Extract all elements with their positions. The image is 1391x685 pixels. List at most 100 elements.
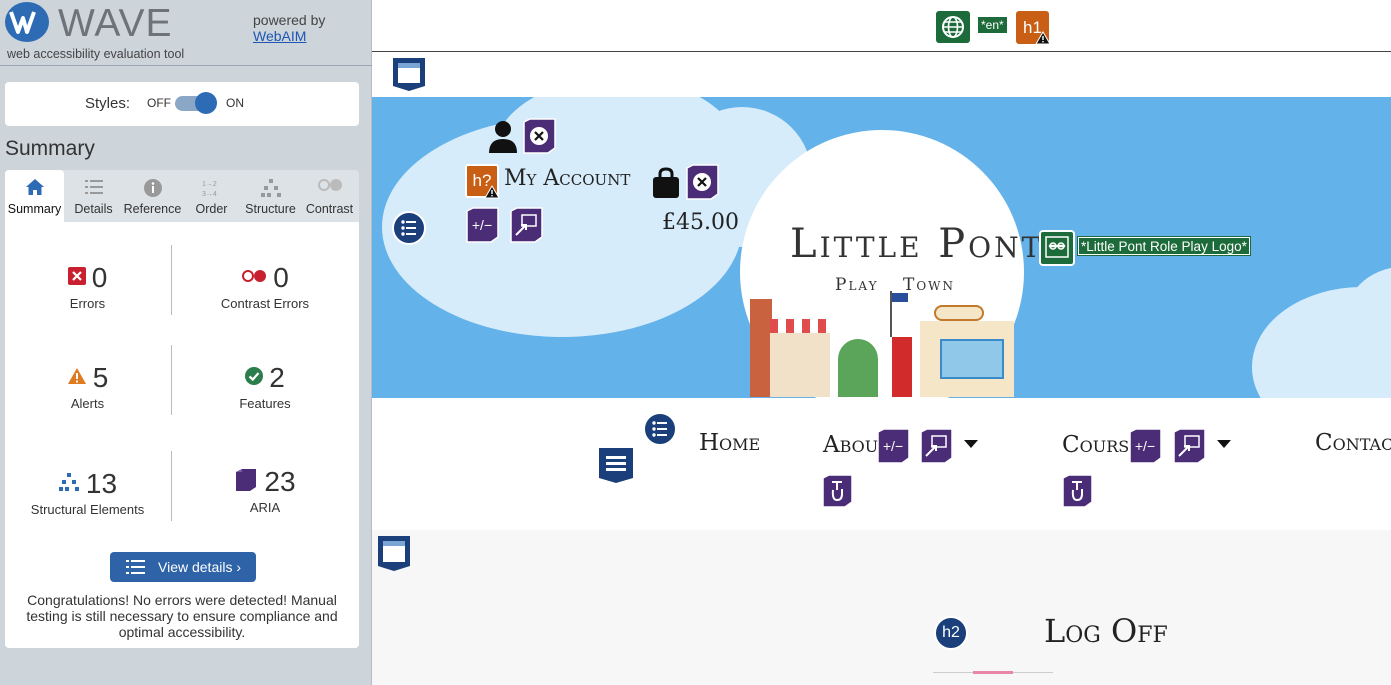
basket-total[interactable]: £45.00 [662, 210, 739, 235]
contrast-icon [317, 178, 343, 195]
aria-expanded-icon[interactable]: +/− [464, 207, 500, 243]
nav-home[interactable]: Home [699, 430, 760, 456]
logo-title: Little Pont [790, 221, 1044, 267]
aria-tabindex-icon[interactable] [820, 474, 854, 508]
aria-tabindex-icon[interactable] [1060, 474, 1094, 508]
aria-popup-icon[interactable] [508, 207, 544, 243]
errors-stat[interactable]: 0 Errors [5, 262, 170, 311]
styles-toggle-card: Styles: OFF ON [5, 82, 359, 126]
error-icon [67, 266, 86, 290]
chevron-down-icon[interactable] [1217, 440, 1231, 448]
h2-badge-text: h2 [942, 624, 960, 641]
alert-triangle-icon [1035, 31, 1051, 45]
svg-text:+/−: +/− [1135, 438, 1155, 454]
structural-count: 13 [85, 468, 118, 499]
errors-count: 0 [91, 262, 108, 293]
aria-stat[interactable]: 23 ARIA [171, 466, 359, 515]
my-account-link[interactable]: My Account [504, 166, 630, 191]
nav-landmark-icon[interactable] [597, 446, 635, 484]
page-heading: Log Off [1044, 612, 1168, 650]
view-details-label: View details › [158, 559, 242, 575]
aria-hidden-icon[interactable] [684, 164, 720, 200]
features-count: 2 [269, 362, 285, 393]
page-top-bar [372, 0, 1391, 52]
tab-reference[interactable]: Reference [123, 170, 182, 222]
styles-off-label: OFF [147, 96, 171, 110]
tab-details[interactable]: Details [64, 170, 123, 222]
structure-icon [58, 472, 80, 497]
wave-header: WAVE web accessibility evaluation tool p… [0, 0, 372, 66]
h2-heading-icon[interactable]: h2 [934, 616, 968, 650]
aria-popup-icon[interactable] [918, 428, 954, 464]
contrast-errors-count: 0 [273, 262, 289, 293]
feature-icon [245, 366, 264, 390]
features-label: Features [239, 396, 291, 411]
town-illustration [750, 291, 1014, 397]
wave-title: WAVE [58, 2, 173, 45]
tab-structure[interactable]: Structure [241, 170, 300, 222]
list-icon [126, 560, 145, 574]
logo-alt-text: *Little Pont Role Play Logo* [1077, 236, 1251, 256]
header-landmark-icon[interactable] [391, 56, 427, 92]
svg-text:1→2: 1→2 [202, 181, 217, 188]
main-navigation [372, 398, 1391, 530]
chevron-down-icon[interactable] [964, 440, 978, 448]
tab-label: Contrast [305, 202, 354, 216]
tab-label: Structure [245, 202, 296, 216]
contrast-errors-stat[interactable]: 0 Contrast Errors [171, 262, 359, 311]
language-globe-icon[interactable] [936, 11, 970, 43]
alerts-label: Alerts [70, 396, 105, 411]
main-content [372, 530, 1391, 685]
tab-label: Order [195, 202, 228, 216]
info-icon [143, 178, 163, 201]
order-icon: 1→2 3→4 [201, 178, 223, 201]
view-details-button[interactable]: View details › [110, 552, 256, 582]
powered-by: powered by WebAIM [253, 12, 325, 44]
congrats-message: Congratulations! No errors were detected… [26, 592, 338, 640]
structural-stat[interactable]: 13 Structural Elements [5, 468, 170, 517]
svg-text:+/−: +/− [883, 438, 903, 454]
wave-tabs: Summary Details Reference 1→2 3→4 Order S… [5, 170, 359, 222]
main-landmark-icon[interactable] [376, 534, 412, 572]
structural-label: Structural Elements [30, 502, 145, 517]
summary-panel: 0 Errors 0 Contrast Errors 5 Alerts 2 Fe… [5, 222, 359, 648]
webaim-link[interactable]: WebAIM [253, 28, 306, 44]
tab-summary[interactable]: Summary [5, 170, 64, 222]
tab-label: Details [74, 202, 113, 216]
aria-popup-icon[interactable] [1171, 428, 1207, 464]
logo-subtitle-town: Town [903, 275, 956, 295]
home-icon [25, 178, 45, 199]
contrast-error-icon [241, 269, 267, 288]
powered-by-text: powered by [253, 12, 326, 28]
tab-label: Summary [7, 202, 62, 216]
tab-label: Reference [123, 202, 182, 216]
errors-label: Errors [69, 296, 106, 311]
styles-on-label: ON [226, 96, 244, 110]
alert-icon [67, 367, 87, 390]
language-badge[interactable]: *en* [978, 17, 1007, 33]
shopping-bag-icon[interactable] [651, 167, 681, 199]
tab-contrast[interactable]: Contrast [300, 170, 359, 222]
aria-expanded-icon[interactable]: +/− [875, 428, 911, 464]
page-preview: *en* h1 Little Pont Play Town h? My Acco… [372, 0, 1391, 685]
alerts-stat[interactable]: 5 Alerts [5, 362, 170, 411]
styles-toggle-knob[interactable] [195, 92, 217, 114]
aria-expanded-icon[interactable]: +/− [1127, 428, 1163, 464]
aria-hidden-icon[interactable] [521, 118, 557, 154]
aria-count: 23 [264, 466, 296, 497]
heading-accent-bar [973, 671, 1013, 674]
structure-icon [260, 178, 282, 201]
nav-contact[interactable]: Contact [1315, 430, 1391, 456]
user-icon [489, 121, 517, 153]
linked-image-alt-icon[interactable] [1039, 230, 1075, 266]
wave-sidebar: WAVE web accessibility evaluation tool p… [0, 0, 372, 685]
tab-order[interactable]: 1→2 3→4 Order [182, 170, 241, 222]
list-structure-icon[interactable] [643, 412, 677, 446]
svg-text:+/−: +/− [472, 217, 492, 233]
logo-subtitle-play: Play [835, 275, 879, 295]
list-structure-icon[interactable] [392, 211, 426, 245]
features-stat[interactable]: 2 Features [171, 362, 359, 411]
alert-triangle-icon [484, 185, 500, 199]
aria-label: ARIA [249, 500, 281, 515]
svg-text:3→4: 3→4 [202, 191, 217, 198]
